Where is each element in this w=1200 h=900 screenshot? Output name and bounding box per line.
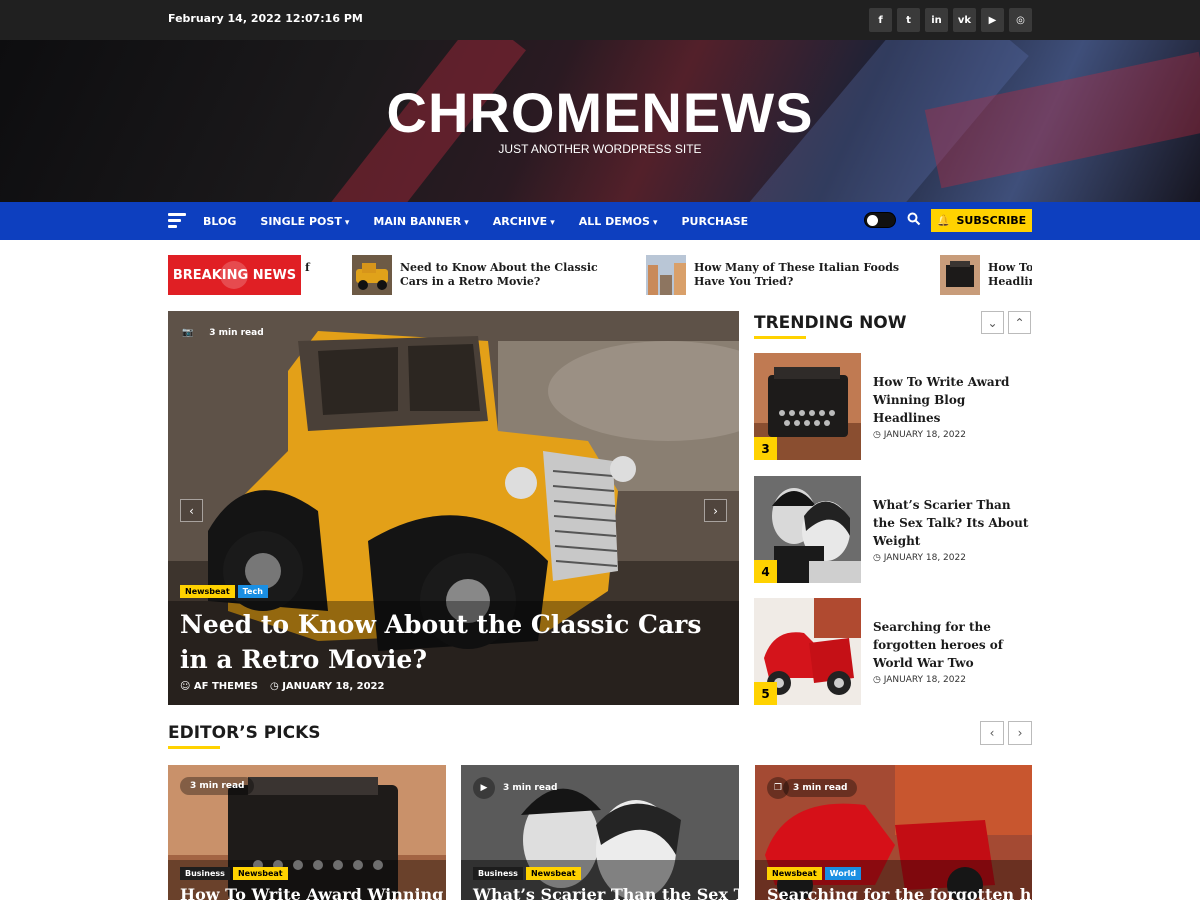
category-badge[interactable]: Newsbeat — [525, 867, 581, 880]
trending-headline[interactable]: How To Write Award Winning Blog Headline… — [873, 373, 1033, 427]
title-underline — [168, 746, 220, 749]
ticker-thumbnail — [352, 255, 392, 295]
menu-item-single-post[interactable]: SINGLE POST ▾ — [260, 215, 349, 228]
vk-icon[interactable]: vk — [953, 8, 976, 32]
youtube-icon[interactable]: ▶ — [981, 8, 1004, 32]
post-date: ◷ JANUARY 18, 2022 — [873, 430, 966, 440]
search-icon[interactable] — [907, 212, 921, 226]
chevron-down-icon: ▾ — [652, 217, 658, 228]
card-meta: ❐ 3 min read — [767, 777, 858, 799]
post-date: ◷ JANUARY 18, 2022 — [873, 675, 966, 685]
user-icon: ☺ — [180, 681, 194, 692]
category-badge[interactable]: Business — [180, 867, 230, 880]
menu-item-all-demos[interactable]: ALL DEMOS ▾ — [579, 215, 658, 228]
category-badge[interactable]: Newsbeat — [767, 867, 822, 880]
banner-categories: Newsbeat Tech — [180, 585, 268, 598]
hamburger-menu-icon[interactable] — [168, 213, 186, 229]
trending-item[interactable]: 3 How To Write Award Winning Blog Headli… — [754, 353, 1032, 461]
site-title[interactable]: CHROMENEWS — [0, 80, 1200, 145]
ticker-item[interactable]: How Many of These Italian Foods Have You… — [646, 255, 914, 295]
editors-pick-card[interactable]: ❐ 3 min read Newsbeat World Searching for… — [755, 765, 1033, 900]
trending-down-button[interactable]: ⌄ — [981, 311, 1004, 334]
banner-title[interactable]: Need to Know About the Classic Cars in a… — [180, 607, 720, 677]
site-description: JUST ANOTHER WORDPRESS SITE — [498, 142, 702, 156]
title-underline — [754, 336, 806, 339]
menu-item-purchase[interactable]: PURCHASE — [681, 215, 748, 228]
current-datetime: February 14, 2022 12:07:16 PM — [168, 12, 363, 25]
instagram-icon[interactable]: ◎ — [1009, 8, 1032, 32]
linkedin-icon[interactable]: in — [925, 8, 948, 32]
category-badge[interactable]: Tech — [237, 585, 268, 598]
ticker-item[interactable]: Need to Know About the Classic Cars in a… — [352, 255, 620, 295]
editors-picks-prev-button[interactable]: ‹ — [980, 721, 1004, 745]
bell-icon: 🔔 — [936, 214, 951, 227]
rank-badge: 3 — [754, 437, 777, 460]
card-title[interactable]: Searching for the forgotten heroes of Wo… — [767, 885, 1033, 900]
trending-item[interactable]: 4 What’s Scarier Than the Sex Talk? Its … — [754, 476, 1032, 584]
facebook-icon[interactable]: f — [869, 8, 892, 32]
card-meta: 3 min read — [180, 777, 255, 795]
editors-pick-card[interactable]: ▶ 3 min read Business Newsbeat What’s Sca… — [461, 765, 739, 900]
editors-picks-next-button[interactable]: › — [1008, 721, 1032, 745]
toggle-knob — [867, 215, 878, 226]
dark-mode-toggle[interactable] — [864, 212, 896, 228]
site-header: CHROMENEWS JUST ANOTHER WORDPRESS SITE — [0, 40, 1200, 202]
category-badge[interactable]: Newsbeat — [232, 867, 288, 880]
breaking-news-label: BREAKING NEWS — [168, 255, 301, 295]
social-links: f t in vk ▶ ◎ — [869, 8, 1032, 32]
menu: BLOG SINGLE POST ▾ MAIN BANNER ▾ ARCHIVE ▾ … — [203, 202, 748, 240]
chevron-down-icon: ▾ — [344, 217, 350, 228]
card-title[interactable]: What’s Scarier Than the Sex Talk? Its Ab… — [473, 885, 739, 900]
main-banner-slide[interactable]: 📷 3 min read ‹ › Newsbeat Tech Need to K… — [168, 311, 739, 705]
subscribe-button[interactable]: 🔔 SUBSCRIBE — [931, 209, 1032, 232]
camera-icon: 📷 — [182, 328, 194, 338]
post-date: ◷ JANUARY 18, 2022 — [269, 681, 385, 692]
card-categories: Newsbeat World — [767, 867, 862, 880]
author[interactable]: ☺ AF THEMES — [180, 681, 258, 692]
clock-icon: ◷ — [873, 430, 884, 440]
clock-icon: ◷ — [269, 681, 283, 692]
slider-next-button[interactable]: › — [704, 499, 727, 522]
trending-thumbnail: 4 — [754, 476, 861, 583]
category-badge[interactable]: World — [824, 867, 862, 880]
video-icon: ▶ — [473, 777, 495, 799]
chevron-down-icon: ▾ — [464, 217, 469, 228]
menu-item-blog[interactable]: BLOG — [203, 215, 236, 228]
post-date: ◷ JANUARY 18, 2022 — [873, 553, 966, 563]
news-ticker: f Need to Know About the Classic Cars in… — [301, 255, 1032, 295]
category-badge[interactable]: Newsbeat — [180, 585, 235, 598]
top-bar: February 14, 2022 12:07:16 PM f t in vk … — [0, 0, 1200, 40]
rank-badge: 5 — [754, 682, 777, 705]
banner-byline: ☺ AF THEMES ◷ JANUARY 18, 2022 — [180, 681, 384, 692]
menu-item-archive[interactable]: ARCHIVE ▾ — [493, 215, 555, 228]
card-categories: Business Newsbeat — [180, 867, 288, 880]
menu-item-main-banner[interactable]: MAIN BANNER ▾ — [373, 215, 468, 228]
card-categories: Business Newsbeat — [473, 867, 581, 880]
slider-prev-button[interactable]: ‹ — [180, 499, 203, 522]
card-meta: ▶ 3 min read — [473, 777, 557, 799]
trending-headline[interactable]: Searching for the forgotten heroes of Wo… — [873, 618, 1033, 672]
twitter-icon[interactable]: t — [897, 8, 920, 32]
banner-meta: 📷 3 min read — [182, 328, 264, 338]
trending-title: TRENDING NOW — [754, 313, 907, 333]
clock-icon: ◷ — [873, 553, 884, 563]
editors-pick-card[interactable]: 3 min read Business Newsbeat How To Writ… — [168, 765, 446, 900]
clock-icon: ◷ — [873, 675, 884, 685]
ticker-thumbnail — [646, 255, 686, 295]
trending-thumbnail: 5 — [754, 598, 861, 705]
trending-up-button[interactable]: ⌃ — [1008, 311, 1031, 334]
ticker-item[interactable]: How To Write Award Winning Blog Headline… — [940, 255, 1032, 295]
ticker-thumbnail — [940, 255, 980, 295]
category-badge[interactable]: Business — [473, 867, 523, 880]
card-title[interactable]: How To Write Award Winning Blog Headline… — [180, 885, 446, 900]
rank-badge: 4 — [754, 560, 777, 583]
chevron-down-icon: ▾ — [550, 217, 555, 228]
trending-item[interactable]: 5 Searching for the forgotten heroes of … — [754, 598, 1032, 706]
editors-picks-title: EDITOR’S PICKS — [168, 723, 321, 743]
trending-thumbnail: 3 — [754, 353, 861, 460]
ticker-fragment: f — [305, 261, 310, 274]
trending-headline[interactable]: What’s Scarier Than the Sex Talk? Its Ab… — [873, 496, 1033, 550]
